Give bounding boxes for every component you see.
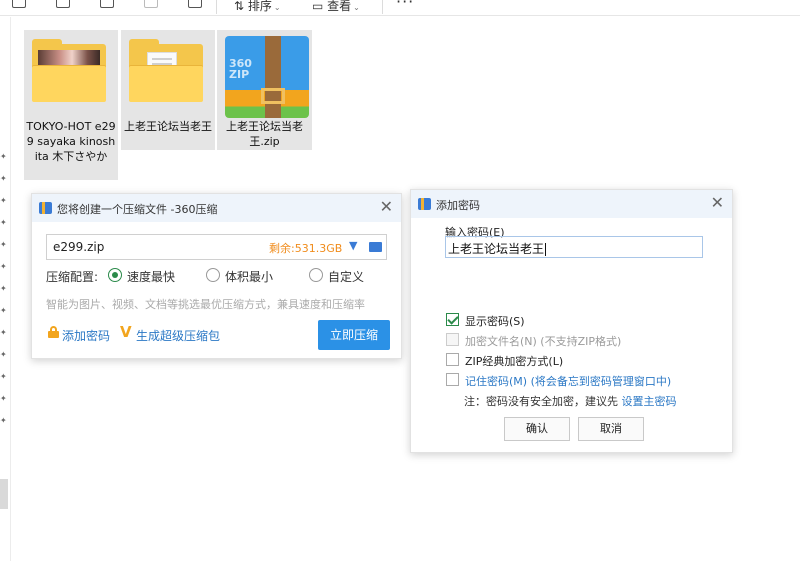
pin-icon[interactable]: ✦ <box>0 263 7 271</box>
show-password-label[interactable]: 显示密码(S) <box>465 313 525 329</box>
radio-custom[interactable] <box>309 268 323 282</box>
file-item-zip[interactable]: 360 ZIP 上老王论坛当老王.zip <box>217 30 312 150</box>
dialog-title: 添加密码 <box>436 199 480 212</box>
360zip-app-icon <box>418 198 431 210</box>
sort-label: 排序 <box>247 0 272 13</box>
encrypt-filenames-label: 加密文件名(N) (不支持ZIP格式) <box>465 335 622 348</box>
remember-password-checkbox[interactable] <box>446 373 459 386</box>
360zip-app-icon <box>39 202 52 214</box>
pin-icon[interactable]: ✦ <box>0 285 7 293</box>
dialog-title-bar: 您将创建一个压缩文件 -360压缩 ✕ <box>32 194 401 222</box>
set-master-password-link[interactable]: 设置主密码 <box>622 395 677 408</box>
confirm-button[interactable]: 确认 <box>504 417 570 441</box>
pin-icon[interactable]: ✦ <box>0 329 7 337</box>
output-path-field[interactable]: e299.zip 剩余:531.3GB ▼ <box>46 234 387 260</box>
dialog-title: 您将创建一个压缩文件 -360压缩 <box>57 203 218 216</box>
sort-icon: ⇅ <box>234 0 248 13</box>
lock-icon <box>48 326 59 338</box>
file-item-folder-tokyo-hot[interactable]: TOKYO-HOT e299 sayaka kinoshita 木下さやか <box>24 30 118 180</box>
share-icon[interactable] <box>144 0 158 8</box>
remember-password-label[interactable]: 记住密码(M) (将会备忘到密码管理窗口中) <box>465 373 671 389</box>
pin-icon[interactable]: ✦ <box>0 373 7 381</box>
file-item-folder[interactable]: 上老王论坛当老王 <box>121 30 215 150</box>
delete-icon[interactable] <box>188 0 202 8</box>
paste-icon[interactable] <box>56 0 70 8</box>
view-label: 查看 <box>327 0 352 13</box>
file-name: 上老王论坛当老王 <box>124 120 212 133</box>
dropdown-arrow-icon[interactable]: ▼ <box>349 239 357 252</box>
radio-smallest-label[interactable]: 体积最小 <box>225 268 273 285</box>
compress-dialog: 您将创建一个压缩文件 -360压缩 ✕ e299.zip 剩余:531.3GB … <box>31 193 402 359</box>
pin-icon[interactable]: ✦ <box>0 395 7 403</box>
compression-hint: 智能为图片、视频、文档等挑选最优压缩方式，兼具速度和压缩率 <box>46 298 365 311</box>
document-line <box>152 63 172 65</box>
show-password-checkbox[interactable] <box>446 313 459 326</box>
compression-config-label: 压缩配置: <box>46 270 99 284</box>
pin-icon[interactable]: ✦ <box>0 153 7 161</box>
pin-icon[interactable]: ✦ <box>0 219 7 227</box>
view-icon: ▭ <box>312 0 328 13</box>
super-package-link[interactable]: 生成超级压缩包 <box>136 327 220 344</box>
password-value: 上老王论坛当老王 <box>448 242 547 256</box>
pin-icon[interactable]: ✦ <box>0 241 7 249</box>
toolbar-divider <box>216 0 217 14</box>
cancel-button[interactable]: 取消 <box>578 417 644 441</box>
pin-icon[interactable]: ✦ <box>0 351 7 359</box>
toolbar: ⇅ 排序 ⌄ ▭ 查看 ⌄ ··· <box>0 0 800 16</box>
file-explorer-window: ⇅ 排序 ⌄ ▭ 查看 ⌄ ··· ✦ ✦ ✦ ✦ ✦ ✦ ✦ ✦ ✦ ✦ ✦ ✦ … <box>0 0 800 561</box>
view-button[interactable]: ▭ 查看 ⌄ <box>312 0 360 14</box>
sort-button[interactable]: ⇅ 排序 ⌄ <box>234 0 281 14</box>
copy-icon[interactable] <box>12 0 26 8</box>
security-note-text: 注：密码没有安全加密，建议先 <box>464 395 622 408</box>
rename-icon[interactable] <box>100 0 114 8</box>
zip-strap <box>265 36 281 118</box>
radio-fastest-label[interactable]: 速度最快 <box>127 268 175 285</box>
output-path-value: e299.zip <box>53 240 105 254</box>
zip-classic-encryption-checkbox[interactable] <box>446 353 459 366</box>
pin-icon[interactable]: ✦ <box>0 197 7 205</box>
file-name: 上老王论坛当老王.zip <box>226 120 303 148</box>
add-password-link[interactable]: 添加密码 <box>62 327 110 344</box>
dialog-title-bar: 添加密码 ✕ <box>411 190 732 218</box>
zip-buckle <box>261 88 285 104</box>
radio-fastest[interactable] <box>108 268 122 282</box>
password-input[interactable]: 上老王论坛当老王 <box>445 236 703 258</box>
toolbar-divider <box>382 0 383 14</box>
chevron-down-icon: ⌄ <box>353 3 360 12</box>
close-button[interactable]: ✕ <box>380 198 393 216</box>
zip-icon-text: 360 ZIP <box>229 57 252 81</box>
pin-icon[interactable]: ✦ <box>0 175 7 183</box>
document-line <box>152 58 172 60</box>
vip-icon: V <box>120 323 132 341</box>
free-space-label: 剩余:531.3GB <box>269 242 343 255</box>
more-options-button[interactable]: ··· <box>396 0 414 11</box>
scrollbar-thumb[interactable] <box>0 479 8 509</box>
security-note: 注：密码没有安全加密，建议先 设置主密码 <box>464 393 677 409</box>
add-password-dialog: 添加密码 ✕ 输入密码(E) 上老王论坛当老王 显示密码(S) 加密文件名(N)… <box>410 189 733 453</box>
compress-now-button[interactable]: 立即压缩 <box>318 320 390 350</box>
navigation-pane: ✦ ✦ ✦ ✦ ✦ ✦ ✦ ✦ ✦ ✦ ✦ ✦ ✦ <box>0 17 11 561</box>
folder-icon-front <box>32 66 106 102</box>
close-button[interactable]: ✕ <box>711 194 724 212</box>
radio-smallest[interactable] <box>206 268 220 282</box>
folder-icon-front <box>129 66 203 102</box>
pin-icon[interactable]: ✦ <box>0 307 7 315</box>
radio-custom-label[interactable]: 自定义 <box>328 268 364 285</box>
zip-classic-encryption-label[interactable]: ZIP经典加密方式(L) <box>465 353 563 369</box>
file-name: TOKYO-HOT e299 sayaka kinoshita 木下さやか <box>26 120 116 163</box>
browse-folder-icon[interactable] <box>369 242 382 252</box>
encrypt-filenames-checkbox <box>446 333 459 346</box>
pin-icon[interactable]: ✦ <box>0 417 7 425</box>
chevron-down-icon: ⌄ <box>273 3 281 12</box>
